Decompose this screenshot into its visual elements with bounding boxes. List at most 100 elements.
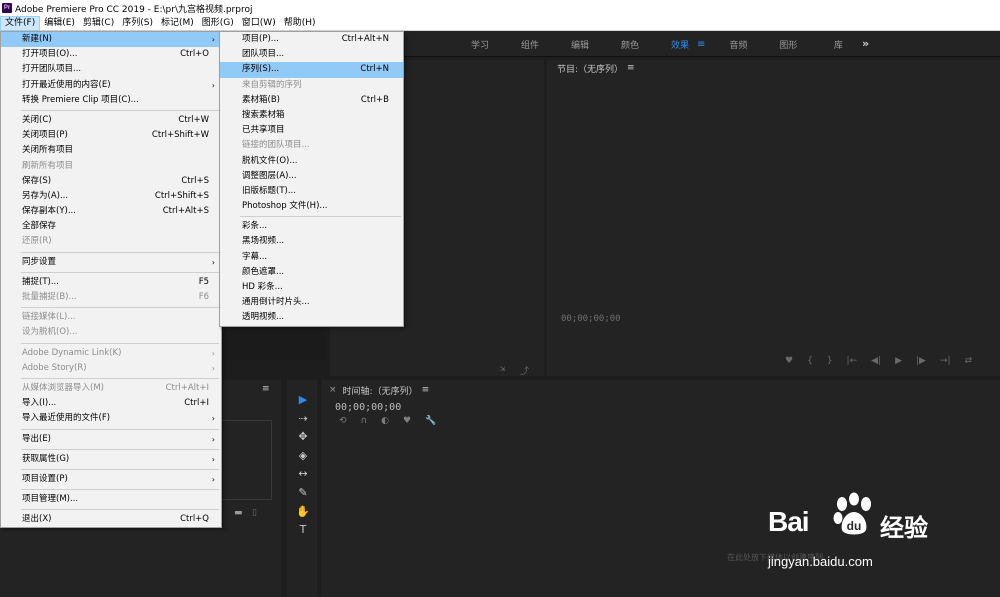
- new_submenu-item[interactable]: 旧版标题(T)...: [220, 184, 403, 199]
- menu-item-label: 素材箱(B): [242, 94, 280, 105]
- file_menu-item[interactable]: 导入最近使用的文件(F) ›: [1, 411, 221, 426]
- file_menu-item[interactable]: 项目设置(P) ›: [1, 472, 221, 487]
- new_submenu-item[interactable]: 黑场视频...: [220, 234, 403, 249]
- menu-item-label: 调整图层(A)...: [242, 170, 297, 181]
- new_submenu-item[interactable]: 素材箱(B) Ctrl+B: [220, 93, 403, 108]
- file_menu-item[interactable]: 全部保存: [1, 219, 221, 234]
- menu-bar: 文件(F) 编辑(E) 剪辑(C) 序列(S) 标记(M) 图形(G) 窗口(W) 帮助(H): [0, 15, 1000, 31]
- file_menu-item[interactable]: 转换 Premiere Clip 项目(C)...: [1, 93, 221, 108]
- panel-menu-icon[interactable]: ≡: [627, 63, 635, 73]
- file_menu-item[interactable]: 关闭(C) Ctrl+W: [1, 113, 221, 128]
- menu-item-label: 透明视频...: [242, 312, 285, 323]
- new_submenu-item[interactable]: 调整图层(A)...: [220, 169, 403, 184]
- menu-1[interactable]: 编辑(E): [40, 16, 79, 31]
- source-insert-icon[interactable]: ⇲: [500, 364, 505, 374]
- menu-0[interactable]: 文件(F): [0, 15, 41, 31]
- linked-selection-icon[interactable]: ∩: [361, 416, 368, 426]
- razor-tool-icon[interactable]: ◈: [295, 448, 311, 464]
- file_menu-item[interactable]: 退出(X) Ctrl+Q: [1, 512, 221, 527]
- workspace-tab-5[interactable]: 音频: [713, 38, 763, 51]
- mark-out-icon[interactable]: }: [827, 356, 833, 366]
- program-monitor-header: 节目:（无序列） ≡: [547, 60, 1000, 76]
- new_submenu-item[interactable]: 字幕...: [220, 250, 403, 265]
- track-select-tool-icon[interactable]: ⇢: [295, 411, 311, 427]
- new_submenu-item[interactable]: 颜色遮罩...: [220, 265, 403, 280]
- menu-4[interactable]: 标记(M): [157, 16, 198, 31]
- chevron-right-icon: ›: [211, 474, 215, 484]
- lift-icon[interactable]: ⇄: [965, 356, 973, 366]
- baidu-paw-icon: du: [833, 492, 871, 535]
- workspace-menu-icon[interactable]: ≡: [697, 39, 705, 50]
- selection-tool-icon[interactable]: ▶: [295, 392, 311, 408]
- workspace-tab-6[interactable]: 图形: [763, 38, 813, 51]
- new_submenu-item[interactable]: 脱机文件(O)...: [220, 154, 403, 169]
- menu-item-label: 全部保存: [22, 221, 57, 232]
- new_submenu-item[interactable]: 项目(P)... Ctrl+Alt+N: [220, 32, 403, 47]
- project-panel-menu-icon[interactable]: ≡: [262, 384, 270, 394]
- file_menu-item[interactable]: 另存为(A)... Ctrl+Shift+S: [1, 189, 221, 204]
- file_menu-item[interactable]: 导入(I)... Ctrl+I: [1, 396, 221, 411]
- wrench-icon[interactable]: 🔧: [425, 416, 436, 426]
- ripple-edit-tool-icon[interactable]: ✥: [295, 429, 311, 445]
- new_submenu-item[interactable]: 透明视频...: [220, 310, 403, 325]
- close-icon[interactable]: ×: [329, 385, 337, 395]
- new-bin-icon[interactable]: ▬: [234, 508, 243, 518]
- file_menu-item[interactable]: 新建(N) ›: [1, 32, 221, 48]
- workspace-tab-0[interactable]: 学习: [455, 38, 505, 51]
- type-tool-icon[interactable]: T: [295, 522, 311, 538]
- file_menu-item: 设为脱机(O)...: [1, 325, 221, 340]
- program-timecode[interactable]: 00;00;00;00: [561, 314, 621, 324]
- program-monitor-title[interactable]: 节目:（无序列）: [557, 62, 623, 75]
- step-back-icon[interactable]: ◀|: [871, 356, 881, 366]
- file_menu-item[interactable]: 打开项目(O)... Ctrl+O: [1, 47, 221, 62]
- new_submenu-item[interactable]: HD 彩条...: [220, 280, 403, 295]
- menu-item-label: Adobe Dynamic Link(K): [22, 347, 122, 358]
- workspace-tab-2[interactable]: 编辑: [555, 38, 605, 51]
- workspace-tab-7[interactable]: 库: [813, 38, 863, 51]
- file_menu-item[interactable]: 保存(S) Ctrl+S: [1, 174, 221, 189]
- snap-icon[interactable]: ⟲: [339, 416, 347, 426]
- menu-3[interactable]: 序列(S): [118, 16, 157, 31]
- menu-2[interactable]: 剪辑(C): [79, 16, 118, 31]
- file_menu-item[interactable]: 获取属性(G) ›: [1, 452, 221, 467]
- mark-in-icon[interactable]: {: [807, 356, 813, 366]
- new_submenu-item[interactable]: 已共享项目: [220, 123, 403, 138]
- nest-icon[interactable]: ◐: [381, 416, 389, 426]
- add-marker-icon[interactable]: ♥: [785, 356, 793, 366]
- file_menu-item[interactable]: 项目管理(M)...: [1, 492, 221, 507]
- new_submenu-item[interactable]: 序列(S)... Ctrl+N: [220, 62, 403, 78]
- menu-item-label: 批量捕捉(B)...: [22, 292, 77, 302]
- play-icon[interactable]: ▶: [895, 356, 902, 366]
- menu-5[interactable]: 图形(G): [198, 16, 238, 31]
- slip-tool-icon[interactable]: ↔: [295, 466, 311, 482]
- menu-6[interactable]: 窗口(W): [238, 16, 280, 31]
- new_submenu-item[interactable]: 搜索素材箱: [220, 108, 403, 123]
- pen-tool-icon[interactable]: ✎: [295, 485, 311, 501]
- file_menu-item[interactable]: 关闭所有项目: [1, 143, 221, 158]
- timeline-timecode[interactable]: 00;00;00;00: [335, 402, 401, 413]
- file_menu-item[interactable]: 同步设置 ›: [1, 255, 221, 270]
- workspace-tab-1[interactable]: 组件: [505, 38, 555, 51]
- menu-7[interactable]: 帮助(H): [280, 16, 320, 31]
- trash-icon[interactable]: ▯: [252, 508, 257, 518]
- file_menu-item[interactable]: 关闭项目(P) Ctrl+Shift+W: [1, 128, 221, 143]
- go-to-in-icon[interactable]: |←: [847, 356, 858, 366]
- hand-tool-icon[interactable]: ✋: [295, 504, 311, 520]
- file_menu-item[interactable]: 打开团队项目...: [1, 62, 221, 77]
- file_menu-item[interactable]: 捕捉(T)... F5: [1, 275, 221, 290]
- file_menu-item[interactable]: 打开最近使用的内容(E) ›: [1, 78, 221, 93]
- timeline-menu-icon[interactable]: ≡: [422, 385, 430, 395]
- workspace-tab-3[interactable]: 颜色: [605, 38, 655, 51]
- add-marker-icon[interactable]: ♥: [403, 416, 411, 426]
- new_submenu-item[interactable]: Photoshop 文件(H)...: [220, 199, 403, 214]
- go-to-out-icon[interactable]: →|: [940, 356, 951, 366]
- more-workspaces-icon[interactable]: »: [862, 37, 869, 50]
- new_submenu-item[interactable]: 团队项目...: [220, 47, 403, 62]
- new_submenu-item[interactable]: 彩条...: [220, 219, 403, 234]
- source-export-icon[interactable]: ⤴: [520, 364, 529, 377]
- timeline-title[interactable]: 时间轴:（无序列）: [343, 384, 418, 397]
- step-forward-icon[interactable]: |▶: [916, 356, 926, 366]
- file_menu-item[interactable]: 导出(E) ›: [1, 432, 221, 447]
- file_menu-item[interactable]: 保存副本(Y)... Ctrl+Alt+S: [1, 204, 221, 219]
- new_submenu-item[interactable]: 通用倒计时片头...: [220, 295, 403, 310]
